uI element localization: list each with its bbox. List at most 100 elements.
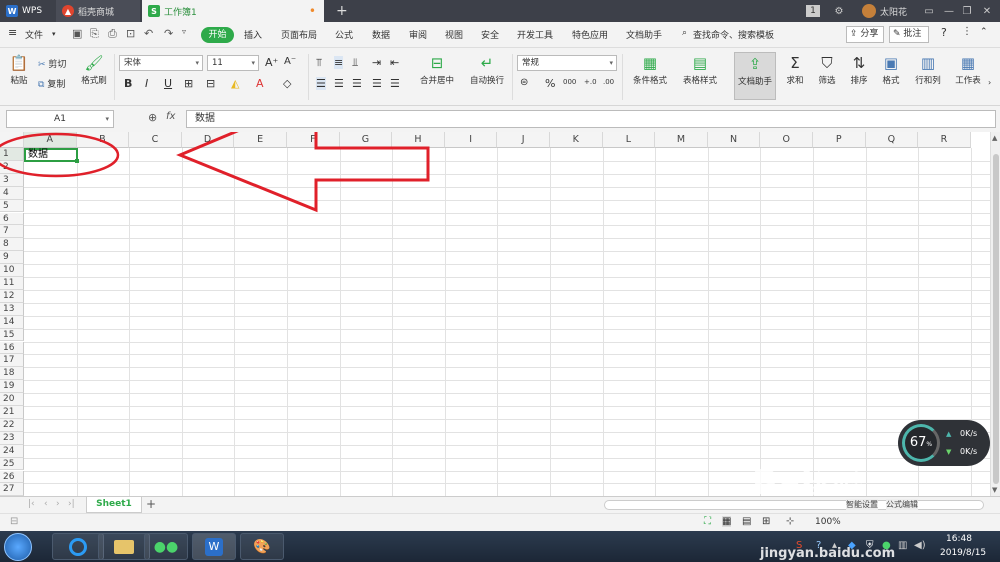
- menu-file[interactable]: 文件: [25, 28, 43, 41]
- avatar[interactable]: [862, 4, 876, 18]
- scroll-thumb[interactable]: [993, 154, 999, 484]
- increase-decimal-button[interactable]: +.0: [584, 78, 597, 86]
- menu-data[interactable]: 数据: [372, 28, 390, 41]
- file-explorer-app-icon[interactable]: [98, 533, 150, 560]
- italic-button[interactable]: I: [145, 77, 148, 90]
- format-painter-button[interactable]: 🖌 格式刷: [80, 54, 108, 86]
- more-icon[interactable]: ⋮: [962, 26, 972, 37]
- export-pdf-icon[interactable]: ⎘: [90, 27, 99, 41]
- scroll-up-icon[interactable]: ▲: [992, 134, 997, 142]
- font-color-icon[interactable]: A: [256, 77, 264, 90]
- minimize-icon[interactable]: —: [940, 2, 958, 20]
- save-icon[interactable]: ▣: [72, 27, 82, 40]
- search-icon[interactable]: ⌕: [682, 28, 687, 38]
- help-icon[interactable]: ?: [941, 26, 947, 39]
- increase-font-icon[interactable]: A⁺: [265, 56, 278, 69]
- percent-button[interactable]: %: [545, 77, 555, 90]
- sheet-tab-sheet1[interactable]: Sheet1: [86, 497, 142, 513]
- filter-button[interactable]: ⛉ 筛选: [814, 54, 840, 86]
- collapse-ribbon-icon[interactable]: ⌃: [980, 27, 988, 37]
- volume-tray-icon[interactable]: ◀): [914, 540, 926, 551]
- distributed-icon[interactable]: ☰: [390, 77, 400, 90]
- align-middle-icon[interactable]: ≡: [334, 56, 344, 69]
- tab-docer-store[interactable]: ▲ 稻壳商城: [56, 0, 140, 22]
- clock-time[interactable]: 16:48: [946, 534, 972, 544]
- share-button[interactable]: ⇪ 分享: [846, 26, 884, 43]
- sum-button[interactable]: Σ 求和: [782, 54, 808, 86]
- align-center-icon[interactable]: ☰: [334, 77, 344, 90]
- menu-view[interactable]: 视图: [445, 28, 463, 41]
- customize-toolbar-icon[interactable]: ▿: [182, 27, 186, 36]
- network-speed-widget[interactable]: 67% ▲ 0K/s ▼ 0K/s: [898, 420, 990, 466]
- add-sheet-button[interactable]: +: [146, 497, 156, 511]
- table-style-button[interactable]: ▤ 表格样式: [678, 54, 722, 86]
- outdent-icon[interactable]: ⇤: [390, 56, 399, 69]
- copy-button[interactable]: ⧉ 复制: [38, 77, 65, 90]
- menu-review[interactable]: 审阅: [409, 28, 427, 41]
- wechat-app-icon[interactable]: ●●: [144, 533, 188, 560]
- skin-icon[interactable]: ⚙: [830, 2, 848, 20]
- comment-button[interactable]: ✎ 批注: [889, 26, 929, 43]
- network-tray-icon[interactable]: ▥: [898, 540, 907, 551]
- first-sheet-icon[interactable]: |‹: [28, 499, 35, 509]
- window-count-badge[interactable]: 1: [806, 5, 820, 17]
- menu-page-layout[interactable]: 页面布局: [281, 28, 317, 41]
- font-size-select[interactable]: 11 ▾: [207, 55, 259, 71]
- horizontal-scrollbar[interactable]: [604, 500, 984, 510]
- print-preview-icon[interactable]: ⊡: [126, 27, 135, 40]
- menu-home-tab[interactable]: 开始: [201, 27, 234, 43]
- browser-app-icon[interactable]: [52, 533, 104, 560]
- bold-button[interactable]: B: [124, 77, 132, 90]
- reading-mode-icon[interactable]: ⊹: [786, 516, 794, 527]
- vertical-scrollbar[interactable]: ▲ ▼: [990, 132, 1000, 496]
- spreadsheet-grid[interactable]: A B C D E F G H I J K L M N O P Q R 1 2 3 4 5 6 7 8 9 10 11 12 13 14 15 1…: [0, 132, 990, 496]
- close-icon[interactable]: ✕: [978, 2, 996, 20]
- number-format-select[interactable]: 常规 ▾: [517, 55, 617, 71]
- prev-sheet-icon[interactable]: ‹: [44, 499, 48, 509]
- wps-app-icon[interactable]: W: [192, 533, 236, 560]
- menu-developer[interactable]: 开发工具: [517, 28, 553, 41]
- menu-formulas[interactable]: 公式: [335, 28, 353, 41]
- menu-security[interactable]: 安全: [481, 28, 499, 41]
- decrease-decimal-button[interactable]: .00: [603, 78, 614, 86]
- name-box[interactable]: A1 ▾: [6, 110, 114, 128]
- row-col-button[interactable]: ▥ 行和列: [912, 54, 944, 86]
- menu-doc-helper[interactable]: 文档助手: [626, 28, 662, 41]
- clock-date[interactable]: 2019/8/15: [940, 548, 986, 558]
- decrease-font-icon[interactable]: A⁻: [284, 56, 296, 67]
- align-left-icon[interactable]: ☰: [316, 77, 326, 90]
- macro-record-icon[interactable]: ⊟: [10, 516, 18, 527]
- border-icon[interactable]: ⊞: [184, 77, 193, 90]
- next-sheet-icon[interactable]: ›: [56, 499, 60, 509]
- worksheet-button[interactable]: ▦ 工作表: [952, 54, 984, 86]
- fit-view-icon[interactable]: ⛶: [704, 516, 711, 527]
- tab-workbook1[interactable]: S 工作簿1 •: [142, 0, 324, 22]
- menu-insert[interactable]: 插入: [244, 28, 262, 41]
- merge-icon[interactable]: ⊟: [206, 77, 215, 90]
- formula-input[interactable]: 数据: [186, 110, 996, 128]
- underline-button[interactable]: U: [164, 77, 172, 90]
- paste-button[interactable]: 📋 粘贴: [6, 54, 32, 86]
- last-sheet-icon[interactable]: ›|: [68, 499, 75, 509]
- tab-wps-home[interactable]: W WPS: [0, 0, 52, 22]
- user-name[interactable]: 太阳花: [880, 5, 907, 18]
- align-bottom-icon[interactable]: ⫫: [352, 56, 358, 70]
- clear-format-icon[interactable]: ◇: [283, 77, 291, 90]
- currency-icon[interactable]: ⊜: [520, 77, 528, 88]
- zoom-lookup-icon[interactable]: ⊕: [148, 111, 157, 124]
- wrap-text-button[interactable]: ↵ 自动换行: [466, 54, 508, 86]
- indent-icon[interactable]: ⇥: [372, 56, 381, 69]
- format-button[interactable]: ▣ 格式: [878, 54, 904, 86]
- thousands-button[interactable]: 000: [563, 78, 576, 86]
- paint-app-icon[interactable]: 🎨: [240, 533, 284, 560]
- start-orb-icon[interactable]: [4, 533, 32, 561]
- ribbon-scroll-right-icon[interactable]: ›: [988, 78, 991, 87]
- conditional-format-button[interactable]: ▦ 条件格式: [628, 54, 672, 86]
- redo-icon[interactable]: ↷: [164, 27, 173, 40]
- font-name-select[interactable]: 宋体 ▾: [119, 55, 203, 71]
- page-break-view-icon[interactable]: ⊞: [762, 516, 770, 527]
- undo-icon[interactable]: ↶: [144, 27, 153, 40]
- new-tab-button[interactable]: +: [330, 0, 354, 22]
- justify-icon[interactable]: ☰: [372, 77, 382, 90]
- scroll-down-icon[interactable]: ▼: [992, 486, 997, 494]
